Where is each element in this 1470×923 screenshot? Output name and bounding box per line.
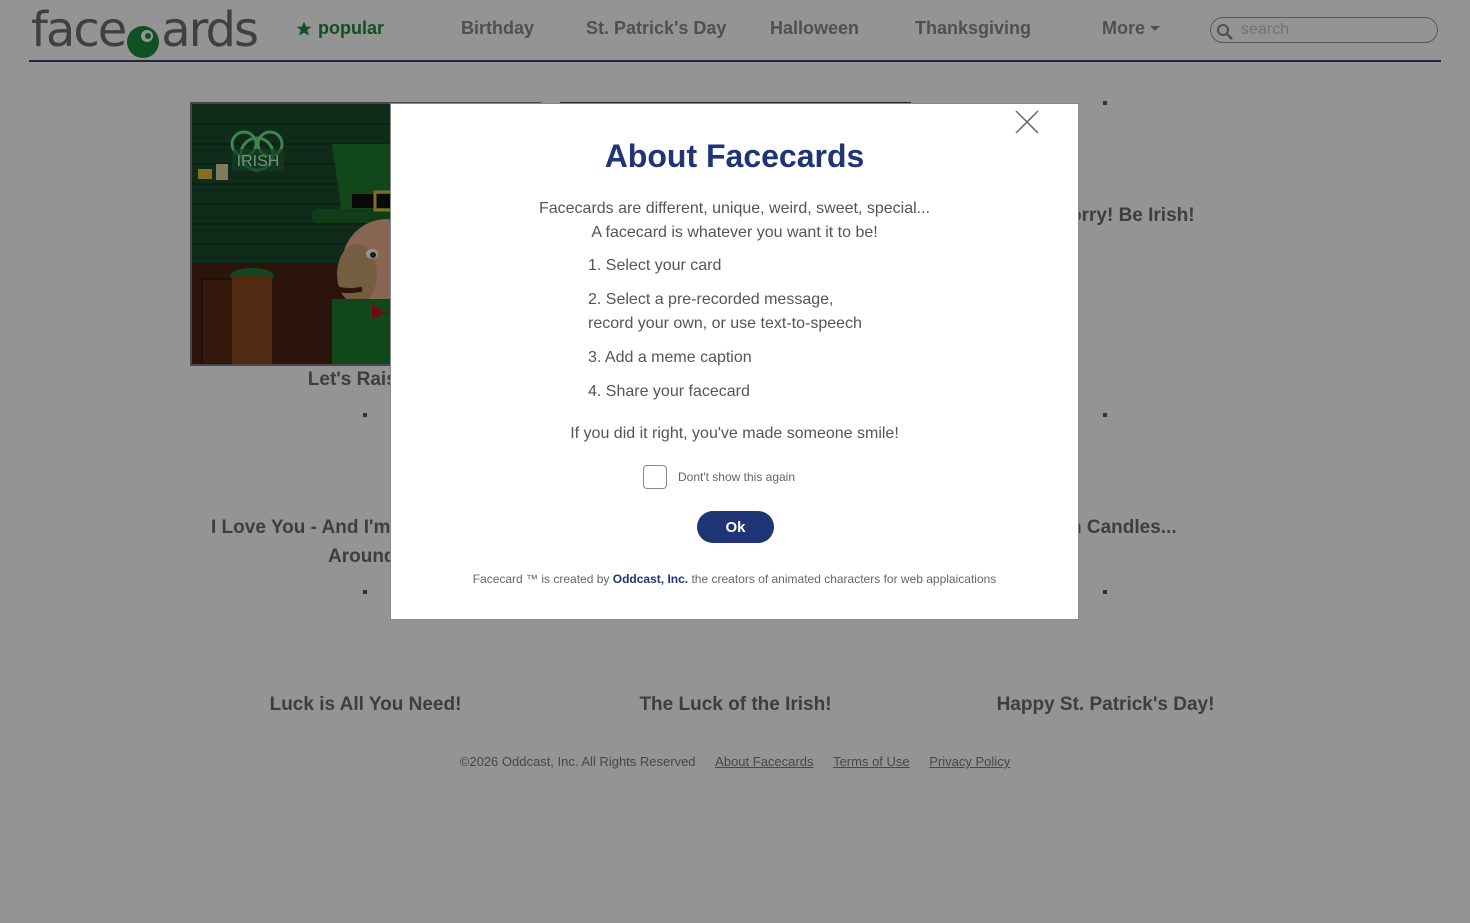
step-item: 3. Add a meme caption <box>588 349 752 366</box>
intro-line: Facecards are different, unique, weird, … <box>538 200 930 217</box>
smile-text: If you did it right, you've made someone… <box>570 425 899 442</box>
credit-prefix: Facecard ™ is created by <box>472 572 610 586</box>
modal-title: About Facecards <box>604 138 865 174</box>
step-item: 2. Select a pre-recorded message, record… <box>588 288 862 336</box>
credit-text: Facecard ™ is created by Oddcast, Inc. t… <box>391 572 1078 586</box>
credit-suffix: the creators of animated characters for … <box>691 572 997 586</box>
dont-show-label[interactable]: Dont't show this again <box>678 470 795 484</box>
modal-intro: Facecards are different, unique, weird, … <box>391 197 1078 245</box>
step-item: 1. Select your card <box>588 257 722 274</box>
dont-show-checkbox[interactable] <box>643 465 667 489</box>
close-icon[interactable] <box>1013 108 1041 136</box>
steps-list: 1. Select your card 2. Select a pre-reco… <box>588 254 862 414</box>
dont-show-row: Dont't show this again <box>643 465 795 489</box>
step-line: 2. Select a pre-recorded message, <box>588 291 834 308</box>
about-modal: About Facecards Facecards are different,… <box>390 103 1079 620</box>
intro-line: A facecard is whatever you want it to be… <box>591 224 878 241</box>
step-line: record your own, or use text-to-speech <box>588 315 862 332</box>
ok-button[interactable]: Ok <box>697 511 774 543</box>
oddcast-link[interactable]: Oddcast, Inc. <box>613 572 688 586</box>
step-item: 4. Share your facecard <box>588 383 750 400</box>
